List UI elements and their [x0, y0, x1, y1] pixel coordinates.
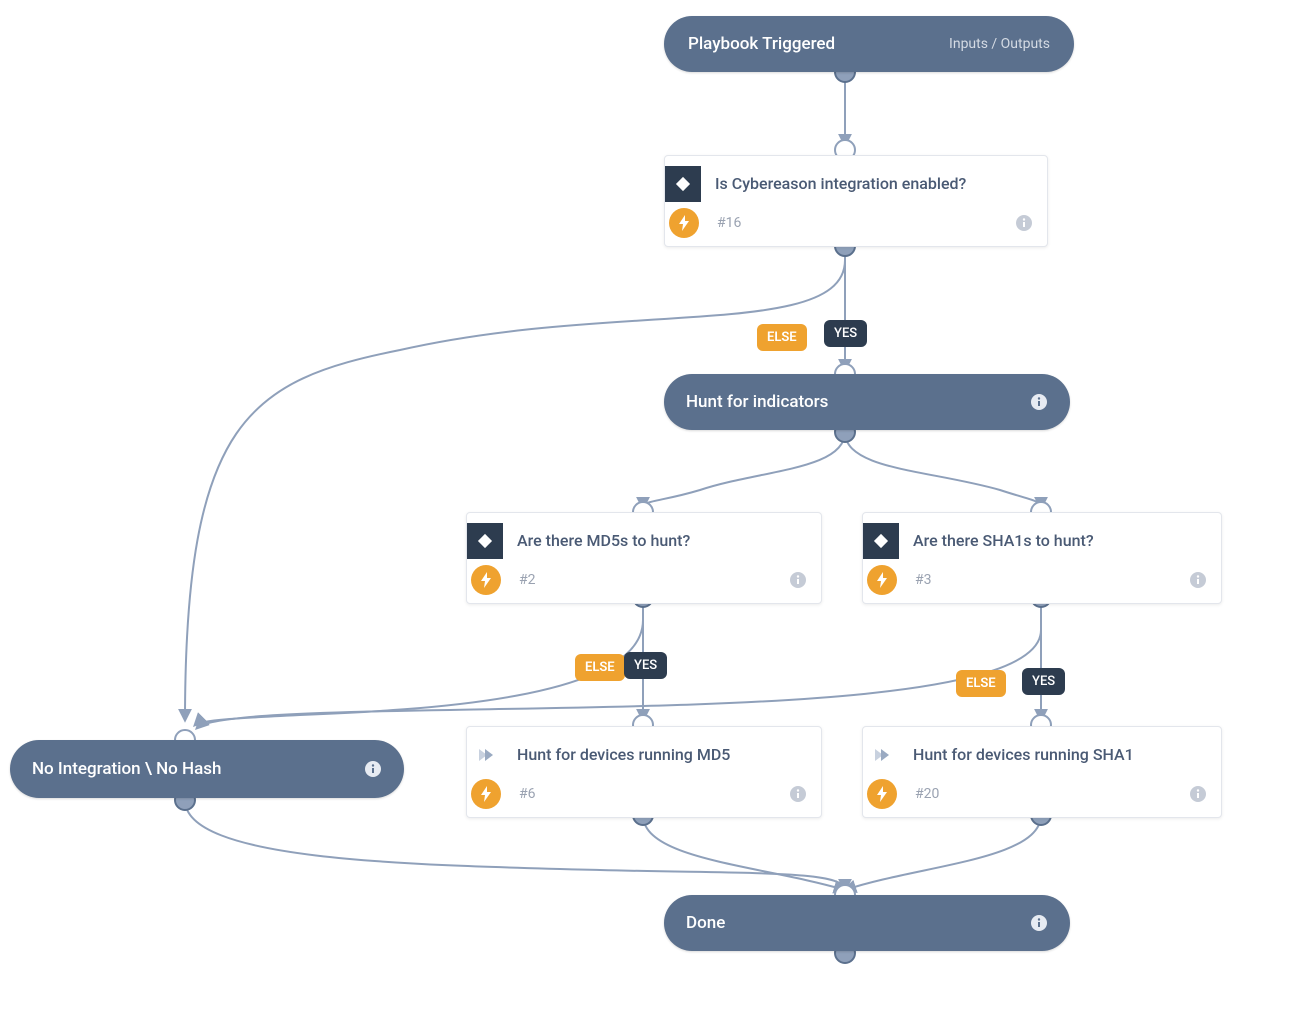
- condition-icon: [467, 523, 503, 559]
- info-icon[interactable]: [364, 760, 382, 778]
- node-id: #20: [915, 786, 939, 802]
- bolt-icon: [867, 565, 897, 595]
- info-icon[interactable]: [789, 785, 807, 803]
- condition-icon: [665, 166, 701, 202]
- branch-yes: YES: [824, 320, 867, 347]
- section-title: Hunt for indicators: [686, 392, 828, 412]
- node-md5-question[interactable]: Are there MD5s to hunt? #2: [466, 512, 822, 604]
- info-icon[interactable]: [1189, 785, 1207, 803]
- bolt-icon: [669, 208, 699, 238]
- bolt-icon: [867, 779, 897, 809]
- bolt-icon: [471, 779, 501, 809]
- branch-else: ELSE: [956, 670, 1006, 697]
- node-id: #3: [915, 572, 932, 588]
- node-question: Hunt for devices running SHA1: [913, 745, 1134, 765]
- branch-yes: YES: [624, 652, 667, 679]
- node-question: Is Cybereason integration enabled?: [715, 174, 966, 194]
- inputs-outputs-link[interactable]: Inputs / Outputs: [949, 36, 1050, 52]
- node-hunt-indicators[interactable]: Hunt for indicators: [664, 374, 1070, 430]
- info-icon[interactable]: [1030, 914, 1048, 932]
- section-title: Done: [686, 913, 725, 933]
- condition-icon: [863, 523, 899, 559]
- node-cybereason-enabled[interactable]: Is Cybereason integration enabled? #16: [664, 155, 1048, 247]
- branch-else: ELSE: [757, 324, 807, 351]
- node-id: #6: [519, 786, 536, 802]
- node-sha1-question[interactable]: Are there SHA1s to hunt? #3: [862, 512, 1222, 604]
- node-md5-run[interactable]: Hunt for devices running MD5 #6: [466, 726, 822, 818]
- section-title: No Integration \ No Hash: [32, 759, 221, 779]
- branch-yes: YES: [1022, 668, 1065, 695]
- start-node[interactable]: Playbook Triggered Inputs / Outputs: [664, 16, 1074, 72]
- node-done[interactable]: Done: [664, 895, 1070, 951]
- info-icon[interactable]: [789, 571, 807, 589]
- node-id: #2: [519, 572, 536, 588]
- bolt-icon: [471, 565, 501, 595]
- node-sha1-run[interactable]: Hunt for devices running SHA1 #20: [862, 726, 1222, 818]
- task-icon: [863, 737, 899, 773]
- node-question: Are there MD5s to hunt?: [517, 531, 690, 551]
- node-question: Are there SHA1s to hunt?: [913, 531, 1094, 551]
- node-id: #16: [717, 215, 741, 231]
- node-question: Hunt for devices running MD5: [517, 745, 730, 765]
- info-icon[interactable]: [1189, 571, 1207, 589]
- branch-else: ELSE: [575, 654, 625, 681]
- task-icon: [467, 737, 503, 773]
- info-icon[interactable]: [1015, 214, 1033, 232]
- node-no-integration[interactable]: No Integration \ No Hash: [10, 740, 404, 798]
- info-icon[interactable]: [1030, 393, 1048, 411]
- start-title: Playbook Triggered: [688, 34, 835, 54]
